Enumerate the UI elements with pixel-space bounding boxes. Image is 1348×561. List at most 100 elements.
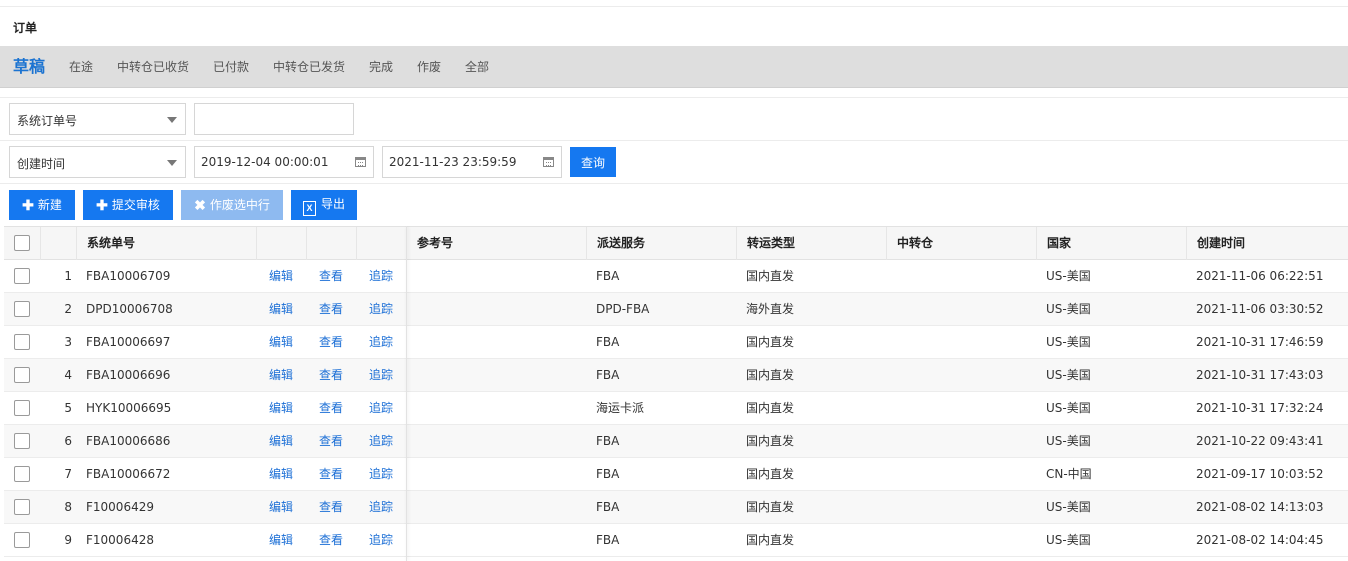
country: US-美国 [1046, 434, 1091, 448]
status-tabs: 草稿 在途 中转仓已收货 已付款 中转仓已发货 完成 作废 全部 [0, 46, 1348, 88]
tab-voided[interactable]: 作废 [417, 46, 441, 88]
table-row[interactable]: 2 DPD10006708 编辑 查看 追踪 DPD-FBA 海外直发 US-美国 2021-1… [4, 293, 1348, 326]
view-link[interactable]: 查看 [319, 359, 343, 391]
country: US-美国 [1046, 269, 1091, 283]
plus-icon: ✚ [22, 197, 34, 213]
select-all-checkbox[interactable] [14, 235, 30, 251]
frozen-column-divider [406, 226, 407, 561]
table-row[interactable]: 7 FBA10006672 编辑 查看 追踪 FBA 国内直发 CN-中国 2021-09-17… [4, 458, 1348, 491]
edit-link[interactable]: 编辑 [269, 425, 293, 457]
date-from-field[interactable]: 2019-12-04 00:00:01 [194, 146, 374, 178]
row-checkbox[interactable] [14, 268, 30, 284]
transfer-type: 国内直发 [746, 401, 795, 415]
track-link[interactable]: 追踪 [369, 260, 393, 292]
export-button[interactable]: X 导出 [291, 190, 357, 220]
view-link[interactable]: 查看 [319, 326, 343, 358]
row-checkbox[interactable] [14, 532, 30, 548]
created-time: 2021-08-02 14:13:03 [1196, 500, 1324, 514]
column-header-warehouse[interactable]: 中转仓 [886, 227, 1036, 260]
edit-link[interactable]: 编辑 [269, 491, 293, 523]
date-to-field[interactable]: 2021-11-23 23:59:59 [382, 146, 562, 178]
row-checkbox[interactable] [14, 433, 30, 449]
row-number: 7 [64, 467, 72, 481]
new-order-button[interactable]: ✚ 新建 [9, 190, 75, 220]
tab-in-transit[interactable]: 在途 [69, 46, 93, 88]
track-link[interactable]: 追踪 [369, 359, 393, 391]
row-checkbox[interactable] [14, 499, 30, 515]
table-row[interactable]: 3 FBA10006697 编辑 查看 追踪 FBA 国内直发 US-美国 2021-10-31… [4, 326, 1348, 359]
calendar-icon[interactable] [355, 157, 366, 167]
column-header-edit [256, 227, 306, 260]
track-link[interactable]: 追踪 [369, 458, 393, 490]
created-time: 2021-11-06 06:22:51 [1196, 269, 1324, 283]
row-checkbox[interactable] [14, 466, 30, 482]
track-link[interactable]: 追踪 [369, 524, 393, 556]
edit-link[interactable]: 编辑 [269, 524, 293, 556]
row-number: 8 [64, 500, 72, 514]
delivery-service: FBA [596, 500, 620, 514]
transfer-type: 国内直发 [746, 467, 795, 481]
delivery-service: FBA [596, 368, 620, 382]
row-checkbox[interactable] [14, 334, 30, 350]
column-header-order-no[interactable]: 系统单号 [76, 227, 256, 260]
table-row[interactable]: 5 HYK10006695 编辑 查看 追踪 海运卡派 国内直发 US-美国 2021-10-3… [4, 392, 1348, 425]
search-field-select[interactable]: 系统订单号 [9, 103, 186, 135]
tab-paid[interactable]: 已付款 [213, 46, 249, 88]
column-header-country[interactable]: 国家 [1036, 227, 1186, 260]
track-link[interactable]: 追踪 [369, 293, 393, 325]
time-field-select[interactable]: 创建时间 [9, 146, 186, 178]
view-link[interactable]: 查看 [319, 293, 343, 325]
edit-link[interactable]: 编辑 [269, 260, 293, 292]
transfer-type: 国内直发 [746, 533, 795, 547]
page-title: 订单 [13, 21, 38, 35]
column-header-transfer-type[interactable]: 转运类型 [736, 227, 886, 260]
submit-review-label: 提交审核 [111, 198, 160, 212]
row-checkbox[interactable] [14, 301, 30, 317]
edit-link[interactable]: 编辑 [269, 458, 293, 490]
tab-warehouse-received[interactable]: 中转仓已收货 [117, 46, 189, 88]
row-checkbox[interactable] [14, 367, 30, 383]
calendar-icon[interactable] [543, 157, 554, 167]
view-link[interactable]: 查看 [319, 524, 343, 556]
orders-table: 系统单号 参考号 派送服务 转运类型 中转仓 国家 创建时间 1 FBA10006… [4, 226, 1348, 561]
view-link[interactable]: 查看 [319, 458, 343, 490]
edit-link[interactable]: 编辑 [269, 392, 293, 424]
tab-draft[interactable]: 草稿 [13, 46, 45, 88]
column-header-created[interactable]: 创建时间 [1186, 227, 1348, 260]
track-link[interactable]: 追踪 [369, 491, 393, 523]
track-link[interactable]: 追踪 [369, 425, 393, 457]
view-link[interactable]: 查看 [319, 425, 343, 457]
table-row[interactable]: 6 FBA10006686 编辑 查看 追踪 FBA 国内直发 US-美国 2021-10-22… [4, 425, 1348, 458]
view-link[interactable]: 查看 [319, 491, 343, 523]
table-row[interactable]: 4 FBA10006696 编辑 查看 追踪 FBA 国内直发 US-美国 2021-10-31… [4, 359, 1348, 392]
search-input[interactable] [194, 103, 354, 135]
track-link[interactable]: 追踪 [369, 326, 393, 358]
track-link[interactable]: 追踪 [369, 392, 393, 424]
row-checkbox[interactable] [14, 400, 30, 416]
submit-review-button[interactable]: ✚ 提交审核 [83, 190, 173, 220]
row-number-header [40, 227, 76, 260]
order-number: FBA10006709 [86, 269, 171, 283]
query-button[interactable]: 查询 [570, 147, 616, 177]
created-time: 2021-10-31 17:43:03 [1196, 368, 1324, 382]
table-row[interactable]: 8 F10006429 编辑 查看 追踪 FBA 国内直发 US-美国 2021-08-02 1… [4, 491, 1348, 524]
void-selected-button[interactable]: ✖ 作废选中行 [181, 190, 283, 220]
tab-all[interactable]: 全部 [465, 46, 489, 88]
edit-link[interactable]: 编辑 [269, 326, 293, 358]
table-row[interactable]: 9 F10006428 编辑 查看 追踪 FBA 国内直发 US-美国 2021-08-02 1… [4, 524, 1348, 557]
created-time: 2021-10-31 17:32:24 [1196, 401, 1324, 415]
tab-warehouse-shipped[interactable]: 中转仓已发货 [273, 46, 345, 88]
delivery-service: FBA [596, 269, 620, 283]
delivery-service: FBA [596, 434, 620, 448]
edit-link[interactable]: 编辑 [269, 359, 293, 391]
new-order-label: 新建 [37, 198, 62, 212]
edit-link[interactable]: 编辑 [269, 293, 293, 325]
view-link[interactable]: 查看 [319, 392, 343, 424]
view-link[interactable]: 查看 [319, 260, 343, 292]
tab-completed[interactable]: 完成 [369, 46, 393, 88]
table-row[interactable]: 1 FBA10006709 编辑 查看 追踪 FBA 国内直发 US-美国 2021-11-06… [4, 260, 1348, 293]
order-number: HYK10006695 [86, 401, 172, 415]
order-number: FBA10006686 [86, 434, 171, 448]
column-header-reference[interactable]: 参考号 [406, 227, 586, 260]
column-header-service[interactable]: 派送服务 [586, 227, 736, 260]
